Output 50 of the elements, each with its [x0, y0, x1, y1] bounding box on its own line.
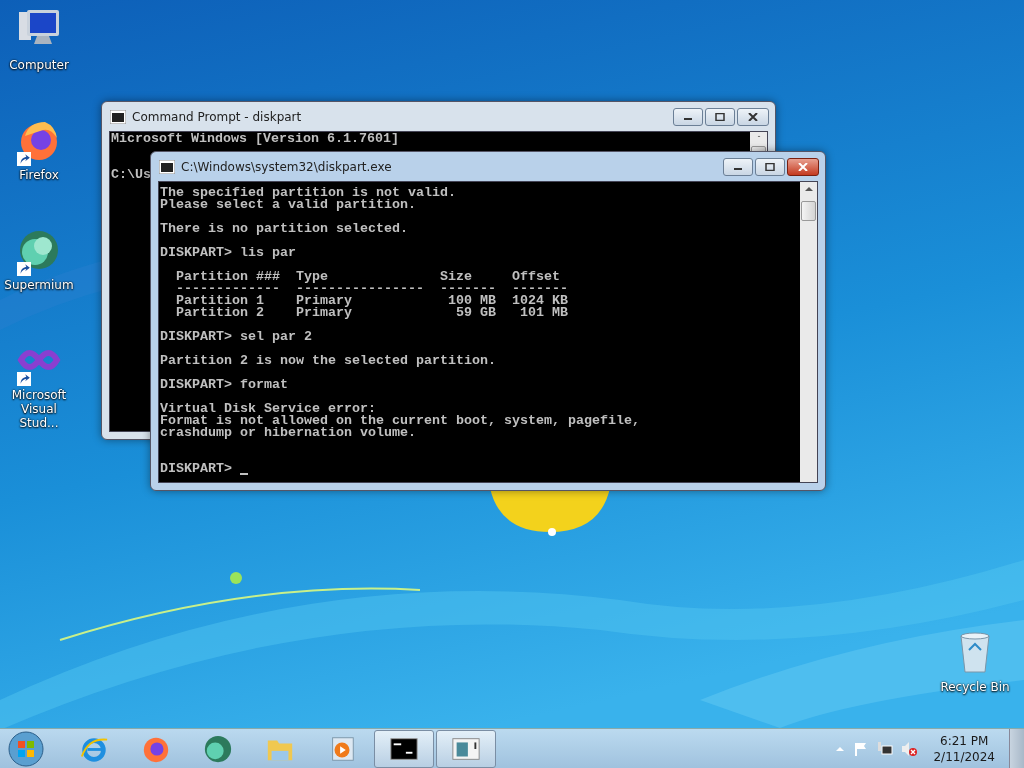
taskbar-button[interactable] [374, 730, 434, 768]
clock-time[interactable]: 6:21 PM [940, 733, 989, 749]
window-title: C:\Windows\system32\diskpart.exe [181, 159, 392, 174]
clock-date[interactable]: 2/11/2024 [933, 749, 995, 765]
console-line: Partition 2 Primary 59 GB 101 MB [175, 307, 569, 319]
volume-icon[interactable] [901, 741, 918, 757]
console-line: DISKPART> format [160, 379, 289, 391]
console-line: DISKPART> lis par [160, 247, 297, 259]
close-icon [798, 163, 808, 171]
minimize-button[interactable] [673, 108, 703, 126]
close-button[interactable] [787, 158, 819, 176]
console-prompt: DISKPART> [160, 463, 232, 475]
close-button[interactable] [737, 108, 769, 126]
desktop-icon-label[interactable]: Supermium [4, 278, 74, 292]
desktop-icon-label[interactable]: Computer [9, 58, 69, 72]
maximize-icon [715, 113, 725, 121]
shortcut-arrow-icon [17, 372, 31, 386]
minimize-button[interactable] [723, 158, 753, 176]
window-title: Command Prompt - diskpart [132, 109, 302, 124]
console-line: Virtual Disk Service error: [160, 403, 376, 415]
maximize-button[interactable] [705, 108, 735, 126]
close-icon [748, 113, 758, 121]
globe-icon [203, 734, 233, 764]
console-line: Format is not allowed on the current boot, system, pagefile, [160, 415, 641, 427]
console-line: There is no partition selected. [160, 223, 409, 235]
scroll-up-icon[interactable] [803, 185, 814, 193]
console-line: Partition 1 Primary 100 MB 1024 KB [175, 295, 569, 307]
start-orb-icon[interactable] [8, 731, 44, 767]
console-line: Partition ### Type Size Offset [175, 271, 561, 283]
console-line: Partition 2 is now the selected partition. [160, 355, 497, 367]
console-line: Microsoft Windows [Version 6.1.7601] [111, 133, 400, 145]
scrollbar[interactable] [800, 182, 817, 482]
scroll-thumb[interactable] [801, 201, 816, 221]
console-line: C:\Us [111, 169, 152, 181]
console-line: DISKPART> sel par 2 [160, 331, 313, 343]
text-cursor [240, 473, 248, 475]
console-line: Please select a valid partition. [160, 199, 417, 211]
console-line: ------------- ---------------- ------- ------- [175, 283, 569, 295]
console-line: crashdump or hibernation volume. [160, 427, 417, 439]
shortcut-arrow-icon [17, 262, 31, 276]
desktop-icon-label[interactable]: Firefox [19, 168, 59, 182]
console-line: The specified partition is not valid. [160, 187, 457, 199]
scrollbar[interactable] [750, 132, 767, 154]
maximize-icon [765, 163, 775, 171]
console-icon [159, 159, 175, 174]
shortcut-arrow-icon [17, 152, 31, 166]
desktop-icon-label[interactable]: Microsoft Visual Stud... [0, 388, 78, 430]
maximize-button[interactable] [755, 158, 785, 176]
console-icon [110, 109, 126, 124]
network-icon[interactable] [877, 741, 894, 757]
